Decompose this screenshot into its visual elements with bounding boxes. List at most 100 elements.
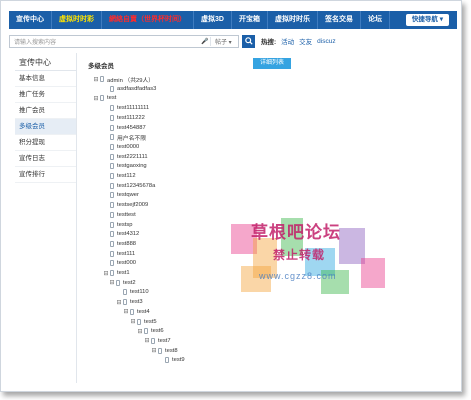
user-file-icon — [123, 289, 127, 296]
tree-node[interactable]: testtest — [103, 211, 136, 219]
tree-node-label: test7 — [158, 337, 171, 344]
collapse-toggle-icon[interactable]: ⊟ — [123, 308, 129, 315]
nav-item[interactable]: 虚拟3D — [194, 11, 232, 29]
collapse-toggle-icon[interactable]: ⊟ — [116, 299, 122, 306]
tree-node[interactable]: ⊟ test2 — [109, 279, 136, 287]
tree-node[interactable]: test0000 — [103, 143, 139, 151]
member-tree: ⊟ admin （共29人） asdfasdfadfas3 ⊟ test test1111… — [81, 53, 453, 383]
search-icon[interactable] — [242, 34, 255, 48]
collapse-toggle-icon[interactable]: ⊟ — [144, 337, 150, 344]
tree-node-label: test112 — [117, 173, 136, 179]
user-file-icon — [144, 328, 148, 335]
tree-node-label: 用户名不限 — [117, 135, 146, 142]
sidebar-item-basic-info[interactable]: 基本信息 — [15, 71, 76, 87]
tree-node-label: test3 — [130, 299, 143, 306]
user-file-icon — [151, 337, 155, 344]
tree-node-label: test5 — [144, 318, 157, 325]
tree-node[interactable]: test110 — [116, 288, 149, 296]
user-file-icon — [110, 192, 114, 199]
nav-item[interactable]: 开宝箱 — [232, 11, 268, 29]
tree-node[interactable]: asdfasdfadfas3 — [103, 85, 156, 93]
top-navigation: 宣传中心 虚拟时时彩 網絡自賣（世界杯时间） 虚拟3D 开宝箱 虚拟时时乐 签名交易 论坛 快捷… — [9, 11, 457, 29]
sidebar-item-promo-tasks[interactable]: 推广任务 — [15, 87, 76, 103]
collapse-toggle-icon[interactable]: ⊟ — [137, 328, 143, 335]
user-file-icon — [110, 240, 114, 247]
sidebar-title: 宣传中心 — [15, 53, 76, 71]
tree-node-label: test110 — [130, 289, 149, 296]
sidebar-item-promo-log[interactable]: 宣传日志 — [15, 151, 76, 167]
tree-node[interactable]: test111222 — [103, 114, 145, 122]
user-file-icon — [110, 143, 114, 150]
tree-node[interactable]: ⊟ test7 — [144, 337, 171, 345]
search-scope-select[interactable]: 帖子 ▾ — [210, 36, 238, 46]
tree-node[interactable]: test454887 — [103, 124, 146, 132]
tree-node-label: test11111111 — [117, 105, 150, 112]
collapse-toggle-icon[interactable]: ⊟ — [93, 76, 99, 83]
tree-node[interactable]: test112 — [103, 172, 136, 180]
collapse-toggle-icon[interactable]: ⊟ — [109, 279, 115, 286]
tree-node-label: testqwer — [117, 192, 139, 199]
tree-node[interactable]: ⊟ test5 — [130, 318, 157, 326]
tree-node[interactable]: ⊟ test1 — [103, 269, 130, 277]
sidebar-item-promo-ranking[interactable]: 宣传排行 — [15, 167, 76, 183]
nav-item[interactable]: 網絡自賣（世界杯时间） — [102, 11, 194, 29]
tree-node-label: test000 — [117, 260, 137, 267]
tree-node[interactable]: test111 — [103, 250, 135, 258]
sidebar-item-promo-members[interactable]: 推广会员 — [15, 103, 76, 119]
tree-node[interactable]: testsejf2009 — [103, 201, 148, 209]
tree-node[interactable]: ⊟ test8 — [151, 347, 178, 355]
user-file-icon — [110, 260, 114, 267]
nav-item[interactable]: 论坛 — [361, 11, 390, 29]
user-file-icon — [123, 299, 127, 306]
collapse-toggle-icon[interactable]: ⊟ — [93, 95, 99, 102]
tree-node[interactable]: test4312 — [103, 230, 139, 238]
tree-node[interactable]: test9 — [158, 356, 185, 364]
search-box[interactable]: 请输入搜索内容 🎤 帖子 ▾ — [9, 34, 239, 48]
tree-node[interactable]: testqwer — [103, 191, 139, 199]
quick-nav-button[interactable]: 快捷导航 ▾ — [405, 14, 449, 26]
tree-node[interactable]: ⊟ test3 — [116, 298, 143, 306]
tree-node-label: test111222 — [117, 114, 145, 121]
user-file-icon — [137, 318, 141, 325]
sidebar-item-multilevel-members[interactable]: 多级会员 — [15, 119, 76, 135]
tree-node-label: test2 — [123, 279, 136, 286]
tree-node[interactable]: test888 — [103, 240, 136, 248]
hot-search-link[interactable]: 交友 — [299, 36, 312, 46]
tree-node[interactable]: ⊟ test6 — [137, 327, 164, 335]
browser-frame: 宣传中心 虚拟时时彩 網絡自賣（世界杯时间） 虚拟3D 开宝箱 虚拟时时乐 签名交易 论坛 快捷… — [0, 0, 462, 392]
tree-node[interactable]: 用户名不限 — [103, 133, 146, 142]
hot-search-link[interactable]: discuz — [317, 38, 335, 45]
collapse-toggle-icon[interactable]: ⊟ — [130, 318, 136, 325]
tree-node[interactable]: ⊟ admin （共29人） — [93, 75, 154, 84]
sidebar: 宣传中心 基本信息 推广任务 推广会员 多级会员 积分提现 宣传日志 宣传排行 — [15, 53, 77, 383]
tree-node-label: testsejf2009 — [117, 202, 149, 209]
search-bar: 请输入搜索内容 🎤 帖子 ▾ 热搜: 活动 交友 discuz — [9, 33, 457, 49]
tree-node-label: test4 — [137, 308, 150, 315]
hot-search-link[interactable]: 活动 — [281, 36, 294, 46]
microphone-icon[interactable]: 🎤 — [200, 38, 210, 45]
user-file-icon — [110, 211, 114, 218]
tree-node-label: test454887 — [117, 124, 146, 131]
nav-item[interactable]: 虚拟时时乐 — [268, 11, 318, 29]
tree-node[interactable]: test000 — [103, 259, 136, 267]
tree-node[interactable]: test2221111 — [103, 153, 148, 161]
tree-node[interactable]: testsp — [103, 221, 132, 229]
collapse-toggle-icon[interactable]: ⊟ — [151, 347, 157, 354]
tree-node-label: test — [107, 95, 117, 102]
user-file-icon — [165, 357, 169, 364]
nav-item[interactable]: 宣传中心 — [9, 11, 52, 29]
nav-item[interactable]: 签名交易 — [318, 11, 361, 29]
tree-node-label: test1 — [117, 270, 130, 276]
sidebar-item-points-withdraw[interactable]: 积分提现 — [15, 135, 76, 151]
tree-node[interactable]: test12345678a — [103, 182, 155, 190]
tree-node[interactable]: testgaoxing — [103, 162, 147, 170]
tree-node[interactable]: ⊟ test — [93, 94, 116, 102]
tree-node[interactable]: test11111111 — [103, 104, 149, 112]
user-file-icon — [110, 221, 114, 228]
tree-node[interactable]: ⊟ test4 — [123, 308, 150, 316]
search-input[interactable]: 请输入搜索内容 — [14, 37, 200, 46]
user-file-icon — [158, 347, 162, 354]
nav-item[interactable]: 虚拟时时彩 — [52, 11, 102, 29]
collapse-toggle-icon[interactable]: ⊟ — [103, 270, 109, 277]
user-file-icon — [110, 124, 114, 131]
